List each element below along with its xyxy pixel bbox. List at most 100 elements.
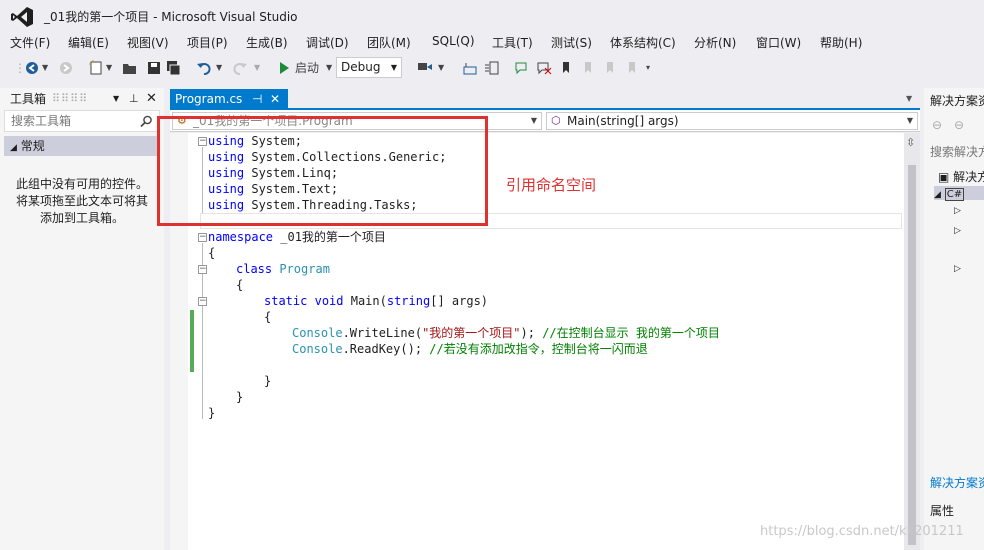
solution-root-item[interactable]: ▣ 解决方案 — [938, 168, 984, 185]
new-project-icon[interactable] — [88, 59, 104, 77]
solution-explorer-pane: 解决方案资源管理器 ⊖ ⊖ 搜索解决方案资源管理器 ▣ 解决方案 ◢ C# ▷ … — [924, 88, 984, 550]
back-icon[interactable]: ⊖ — [932, 118, 942, 132]
code-line: class Program — [236, 261, 330, 277]
brace: } — [264, 374, 272, 388]
menu-tools[interactable]: 工具(T) — [492, 34, 533, 51]
undo-dropdown-icon[interactable]: ▼ — [216, 59, 222, 77]
collapse-icon[interactable]: − — [198, 233, 207, 242]
editor-vertical-scrollbar[interactable] — [904, 133, 920, 550]
menu-edit[interactable]: 编辑(E) — [68, 34, 109, 51]
saved-change-marker — [190, 310, 194, 372]
toolbox-grip-icon[interactable]: ⠿⠿⠿⠿ — [52, 88, 88, 110]
back-icon[interactable] — [24, 59, 40, 77]
tab-list-dropdown-icon[interactable]: ▼ — [906, 94, 912, 103]
type-name: Console — [292, 326, 343, 340]
redo-icon[interactable] — [232, 59, 248, 77]
toolbox-empty-line-3: 添加到工具箱。 — [39, 211, 124, 225]
code-line: { — [208, 245, 215, 261]
scrollbar-thumb[interactable] — [908, 165, 916, 545]
chevron-down-icon: ▼ — [390, 63, 397, 72]
properties-title: 属性 — [930, 504, 955, 518]
project-item[interactable]: ◢ C# — [934, 186, 984, 201]
solution-search-input[interactable]: 搜索解决方案资源管理器 — [930, 143, 984, 160]
redo-dropdown-icon[interactable]: ▼ — [254, 59, 260, 77]
toolbox-empty-message: 此组中没有可用的控件。 将某项拖至此文本可将其 添加到工具箱。 — [0, 176, 164, 227]
collapse-icon[interactable]: − — [198, 297, 207, 306]
brace: } — [236, 390, 244, 404]
start-button[interactable]: 启动 — [295, 59, 319, 77]
keyword: namespace — [208, 230, 274, 244]
keyword: void — [314, 294, 344, 308]
bookmark-icon[interactable] — [560, 59, 572, 77]
string-literal: "我的第一个项目" — [422, 326, 521, 340]
comment-icon[interactable] — [514, 59, 530, 77]
start-icon[interactable] — [278, 59, 290, 77]
namespace-name: _01我的第一个项目 — [273, 230, 386, 244]
close-icon[interactable]: ✕ — [146, 88, 157, 110]
tab-label: Program.cs — [175, 92, 243, 106]
search-icon[interactable] — [140, 114, 153, 134]
platform-dropdown-icon[interactable]: ▼ — [438, 59, 444, 77]
code-line: } — [264, 373, 271, 389]
solution-explorer-tab[interactable]: 解决方案资源管理器 — [930, 474, 984, 491]
comment: //若没有添加改指令，控制台将一闪而退 — [429, 342, 648, 356]
menu-help[interactable]: 帮助(H) — [820, 34, 862, 51]
collapse-icon[interactable]: − — [198, 265, 207, 274]
menu-sql[interactable]: SQL(Q) — [432, 34, 475, 48]
annotation-label: 引用命名空间 — [506, 176, 597, 194]
forward-icon[interactable] — [58, 59, 74, 77]
expand-triangle-icon[interactable]: ▷ — [954, 206, 961, 216]
menu-project[interactable]: 项目(P) — [187, 34, 228, 51]
toolbar-overflow-icon[interactable]: ▾ — [646, 59, 650, 77]
open-file-icon[interactable] — [122, 59, 138, 77]
solution-platform-icon[interactable] — [416, 59, 434, 77]
prev-bookmark-icon[interactable] — [582, 59, 596, 77]
menu-window[interactable]: 窗口(W) — [756, 34, 801, 51]
menu-debug[interactable]: 调试(D) — [306, 34, 349, 51]
undo-icon[interactable] — [196, 59, 212, 77]
toolbox-group-label: 常规 — [20, 139, 45, 153]
code-line: static void Main(string[] args) — [264, 293, 488, 309]
menu-build[interactable]: 生成(B) — [246, 34, 288, 51]
new-project-dropdown-icon[interactable]: ▼ — [106, 59, 112, 77]
tab-program-cs[interactable]: Program.cs ⊣ ✕ — [170, 89, 288, 110]
window-title: _01我的第一个项目 - Microsoft Visual Studio — [44, 10, 298, 24]
save-all-icon[interactable] — [166, 59, 182, 77]
toolbox-dropdown-icon[interactable]: ▼ — [113, 88, 119, 110]
split-window-icon[interactable]: ⇳ — [906, 136, 915, 149]
collapse-triangle-icon: ◢ — [10, 143, 17, 153]
toolbox-header: 工具箱 ⠿⠿⠿⠿ ▼ ⊥ ✕ — [0, 88, 164, 110]
toolbox-empty-line-1: 此组中没有可用的控件。 — [15, 177, 148, 191]
toolbar-action-icon-2[interactable] — [484, 59, 500, 77]
uncomment-icon[interactable] — [536, 59, 552, 77]
expand-triangle-icon[interactable]: ▷ — [954, 226, 961, 236]
method-args: [] args) — [430, 294, 489, 308]
menu-test[interactable]: 测试(S) — [551, 34, 592, 51]
start-dropdown-icon[interactable]: ▼ — [326, 59, 332, 77]
menu-view[interactable]: 视图(V) — [127, 34, 169, 51]
annotation-box — [157, 116, 488, 226]
pin-icon[interactable]: ⊥ — [129, 88, 139, 110]
toolbox-pane: 工具箱 ⠿⠿⠿⠿ ▼ ⊥ ✕ 搜索工具箱 ◢ 常规 此组中没有可用的控件。 将某… — [0, 88, 164, 550]
menu-architecture[interactable]: 体系结构(C) — [610, 34, 676, 51]
tab-pin-icon[interactable]: ⊣ — [252, 89, 262, 110]
solution-configuration-select[interactable]: Debug ▼ — [336, 57, 402, 78]
save-icon[interactable] — [146, 59, 162, 77]
toolbox-group-general[interactable]: ◢ 常规 — [4, 136, 160, 156]
toolbar-action-icon-1[interactable] — [462, 59, 478, 77]
clear-bookmarks-icon[interactable] — [626, 59, 640, 77]
menu-analyze[interactable]: 分析(N) — [694, 34, 736, 51]
menu-file[interactable]: 文件(F) — [10, 34, 50, 51]
method-name: Main( — [343, 294, 387, 308]
type-name: Console — [292, 342, 343, 356]
keyword: string — [386, 294, 431, 308]
next-bookmark-icon[interactable] — [604, 59, 618, 77]
class-name: Program — [279, 262, 330, 276]
expand-triangle-icon[interactable]: ▷ — [954, 264, 961, 274]
forward-icon[interactable]: ⊖ — [954, 118, 964, 132]
toolbox-search-input[interactable]: 搜索工具箱 — [4, 110, 160, 132]
tab-close-icon[interactable]: ✕ — [270, 89, 280, 110]
member-navigation-dropdown[interactable]: ⬡ Main(string[] args) ▼ — [546, 112, 918, 130]
back-dropdown-icon[interactable]: ▼ — [42, 59, 48, 77]
menu-team[interactable]: 团队(M) — [367, 34, 411, 51]
